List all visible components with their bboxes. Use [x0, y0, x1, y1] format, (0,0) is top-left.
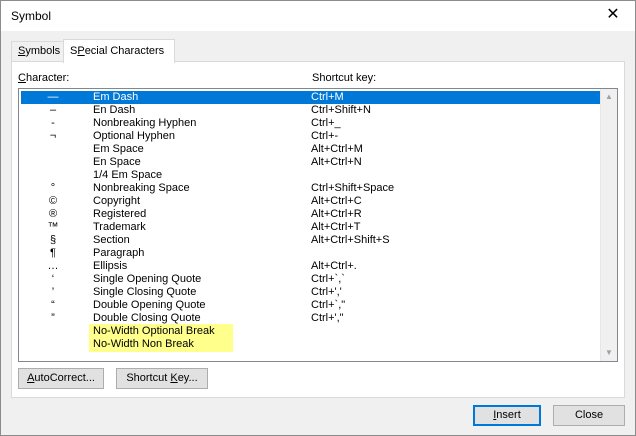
shortcut-key: Alt+Ctrl+C [311, 195, 362, 207]
character-name: Single Opening Quote [93, 273, 202, 285]
character-symbol: ” [51, 312, 55, 324]
list-item[interactable]: … Ellipsis Alt+Ctrl+. [21, 260, 601, 273]
dialog-title: Symbol [11, 9, 52, 23]
character-symbol: ® [48, 208, 58, 220]
tab-special-mnemonic: P [77, 45, 85, 57]
character-symbol: ¶ [50, 247, 56, 259]
shortcut-key: Ctrl+Shift+Space [311, 182, 395, 194]
shortcut-key: Alt+Ctrl+Shift+S [311, 234, 390, 246]
close-button[interactable]: Close [553, 405, 625, 426]
character-name: Trademark [93, 221, 146, 233]
shortcut-key: Ctrl+`," [311, 299, 346, 311]
character-name: Nonbreaking Hyphen [93, 117, 197, 129]
character-symbol: © [48, 195, 58, 207]
close-icon[interactable]: ✕ [605, 7, 621, 23]
list-item[interactable]: § Section Alt+Ctrl+Shift+S [21, 234, 601, 247]
special-characters-panel: Character: Shortcut key: — Em Dash Ctrl+M –… [11, 61, 625, 398]
character-symbol: … [47, 260, 59, 272]
character-symbol: ° [50, 182, 56, 194]
list-item[interactable]: ¶ Paragraph [21, 247, 601, 260]
shortcut-key: Ctrl+'," [311, 312, 344, 324]
symbol-dialog: Symbol ✕ Symbols SPecial Characters Char… [0, 0, 636, 436]
shortcut-key-button[interactable]: Shortcut Key... [116, 368, 208, 389]
shortcut-key: Ctrl+',' [311, 286, 342, 298]
character-name: Optional Hyphen [93, 130, 175, 142]
character-symbol: “ [51, 299, 55, 311]
title-bar: Symbol ✕ [1, 1, 635, 31]
character-symbol: ¬ [49, 130, 57, 142]
list-item[interactable]: ” Double Closing Quote Ctrl+'," [21, 312, 601, 325]
character-label-rest: haracter: [25, 72, 70, 84]
autocorrect-button[interactable]: AutoCorrect... [18, 368, 104, 389]
character-symbol: ™ [47, 221, 59, 233]
character-name: Nonbreaking Space [93, 182, 190, 194]
character-name: Em Dash [93, 91, 139, 103]
character-name: 1/4 Em Space [93, 169, 163, 181]
list-item[interactable]: No-Width Non Break [21, 338, 601, 351]
shortcut-key-mnemonic: K [170, 372, 178, 384]
shortcut-key: Alt+Ctrl+T [311, 221, 361, 233]
character-mnemonic: C [18, 72, 26, 84]
shortcut-key: Ctrl+- [311, 130, 339, 142]
list-item[interactable]: ‘ Single Opening Quote Ctrl+`,` [21, 273, 601, 286]
shortcut-key: Ctrl+`,` [311, 273, 345, 285]
character-name: No-Width Optional Break [93, 325, 215, 337]
character-name: Em Space [93, 143, 144, 155]
character-name: Paragraph [93, 247, 145, 259]
shortcut-key: Ctrl+_ [311, 117, 341, 129]
tab-special-characters[interactable]: SPecial Characters [63, 39, 175, 63]
character-symbol: ‘ [51, 273, 55, 285]
character-symbol: – [49, 104, 57, 116]
tab-symbols-label: ymbols [25, 45, 61, 57]
shortcut-key: Alt+Ctrl+. [311, 260, 357, 272]
shortcut-key-prefix: Shortcut [126, 372, 171, 384]
list-item[interactable]: — Em Dash Ctrl+M [21, 91, 601, 104]
scroll-up-icon[interactable]: ▲ [601, 89, 617, 105]
insert-label: nsert [496, 409, 521, 421]
character-name: No-Width Non Break [93, 338, 194, 350]
list-item[interactable]: 1/4 Em Space [21, 169, 601, 182]
character-name: Single Closing Quote [93, 286, 197, 298]
character-symbol: - [51, 117, 55, 129]
list-item[interactable]: ’ Single Closing Quote Ctrl+',' [21, 286, 601, 299]
character-symbol: § [49, 234, 57, 246]
character-name: Section [93, 234, 130, 246]
character-symbol: ’ [51, 286, 55, 298]
list-item[interactable]: No-Width Optional Break [21, 325, 601, 338]
character-name: Double Closing Quote [93, 312, 201, 324]
character-symbol: — [47, 91, 59, 103]
character-column-label: Character: [18, 72, 69, 84]
special-characters-list[interactable]: — Em Dash Ctrl+M – En Dash Ctrl+Shift+N - Nonbr… [18, 88, 618, 362]
list-item[interactable]: ® Registered Alt+Ctrl+R [21, 208, 601, 221]
list-item[interactable]: Em Space Alt+Ctrl+M [21, 143, 601, 156]
list-item[interactable]: ° Nonbreaking Space Ctrl+Shift+Space [21, 182, 601, 195]
character-name: En Dash [93, 104, 136, 116]
insert-button[interactable]: Insert [473, 405, 541, 426]
shortcut-key: Alt+Ctrl+R [311, 208, 362, 220]
character-name: Ellipsis [93, 260, 128, 272]
shortcut-key: Alt+Ctrl+N [311, 156, 362, 168]
tab-special-label: ecial Characters [84, 45, 165, 57]
shortcut-key: Ctrl+M [311, 91, 344, 103]
character-name: Copyright [93, 195, 141, 207]
shortcut-key: Ctrl+Shift+N [311, 104, 371, 116]
autocorrect-label: utoCorrect... [34, 372, 95, 384]
list-item[interactable]: © Copyright Alt+Ctrl+C [21, 195, 601, 208]
list-item[interactable]: - Nonbreaking Hyphen Ctrl+_ [21, 117, 601, 130]
list-rows: — Em Dash Ctrl+M – En Dash Ctrl+Shift+N - Nonbr… [19, 89, 601, 361]
list-item[interactable]: ™ Trademark Alt+Ctrl+T [21, 221, 601, 234]
list-item[interactable]: En Space Alt+Ctrl+N [21, 156, 601, 169]
character-name: En Space [93, 156, 141, 168]
list-item[interactable]: – En Dash Ctrl+Shift+N [21, 104, 601, 117]
character-name: Registered [93, 208, 147, 220]
shortcut-key: Alt+Ctrl+M [311, 143, 363, 155]
shortcut-column-label: Shortcut key: [312, 72, 377, 84]
character-name: Double Opening Quote [93, 299, 206, 311]
tab-symbols[interactable]: Symbols [11, 41, 65, 62]
shortcut-key-label: ey... [177, 372, 198, 384]
scroll-down-icon[interactable]: ▼ [601, 345, 617, 361]
list-item[interactable]: “ Double Opening Quote Ctrl+`," [21, 299, 601, 312]
list-item[interactable]: ¬ Optional Hyphen Ctrl+- [21, 130, 601, 143]
vertical-scrollbar[interactable]: ▲ ▼ [600, 89, 617, 361]
